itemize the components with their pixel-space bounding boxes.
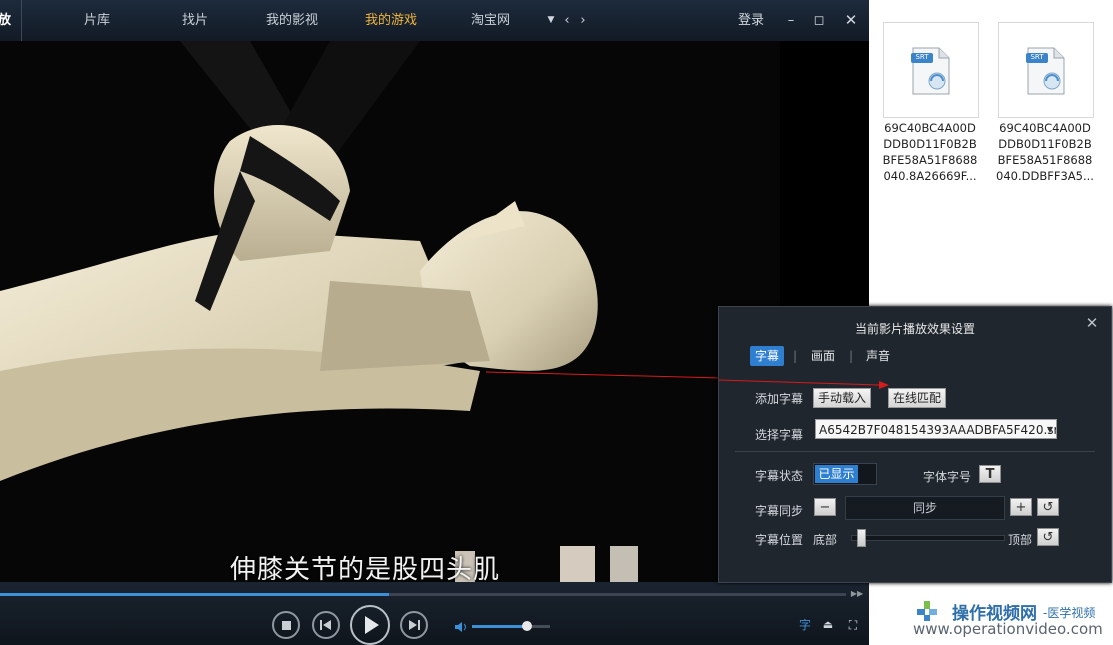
tab-subtitle[interactable]: 字幕: [750, 346, 785, 366]
stop-button[interactable]: [272, 611, 300, 639]
subtitle-sync-label: 字幕同步: [755, 504, 804, 518]
file-tile[interactable]: SRT: [883, 22, 979, 118]
video-frame[interactable]: 伸膝关节的是股四头肌: [0, 41, 780, 582]
subtitle-position-label: 字幕位置: [755, 533, 804, 547]
previous-button[interactable]: [312, 611, 340, 639]
login-button[interactable]: 登录: [733, 0, 769, 41]
panel-title: 当前影片播放效果设置: [854, 322, 975, 336]
progress-fill: [0, 593, 390, 596]
playback-effects-panel: 当前影片播放效果设置 ✕ 字幕 | 画面 | 声音 添加字幕 手动载入 在线匹配…: [718, 306, 1112, 583]
video-subtitle: 伸膝关节的是股四头肌: [230, 555, 501, 582]
chevron-right-icon[interactable]: ›: [576, 0, 590, 41]
subtitle-visibility-toggle[interactable]: 已显示: [813, 463, 877, 485]
fullscreen-icon[interactable]: ⛶: [845, 617, 861, 633]
file-name[interactable]: 69C40BC4A00DDDB0D11F0B2BBFE58A51F8688040…: [995, 120, 1095, 184]
progress-bar[interactable]: [0, 593, 846, 596]
sync-value: 同步: [845, 496, 1005, 520]
tab-sound[interactable]: 声音: [861, 346, 895, 366]
add-subtitle-label: 添加字幕: [755, 392, 804, 406]
stop-icon: [282, 621, 291, 630]
close-icon[interactable]: ✕: [1083, 314, 1101, 332]
close-icon[interactable]: ✕: [842, 0, 860, 41]
subtitle-position-slider[interactable]: [851, 529, 1005, 547]
volume-fill: [472, 625, 527, 628]
skip-next-icon: [409, 620, 420, 630]
toggle-on-label: 已显示: [815, 465, 858, 483]
top-navigation-bar: 放 片库 找片 我的影视 我的游戏 淘宝网 ▼ ‹ › 登录 – ◻ ✕: [0, 0, 869, 42]
srt-badge: SRT: [915, 53, 929, 61]
chevron-down-icon: ▼: [1046, 425, 1053, 434]
sync-plus-button[interactable]: +: [1010, 498, 1032, 516]
volume-slider[interactable]: [472, 621, 550, 631]
tab-separator: |: [849, 349, 854, 363]
position-knob[interactable]: [857, 529, 867, 547]
srt-badge: SRT: [1030, 53, 1044, 61]
tab-my-videos[interactable]: 我的影视: [266, 0, 318, 41]
sync-reset-icon[interactable]: ↺: [1037, 498, 1059, 516]
manual-load-button[interactable]: 手动载入: [813, 388, 872, 408]
next-button[interactable]: [400, 611, 428, 639]
minimize-icon[interactable]: –: [782, 0, 800, 41]
skip-previous-icon: [320, 620, 331, 630]
file-name[interactable]: 69C40BC4A00DDDB0D11F0B2BBFE58A51F8688040…: [880, 120, 980, 184]
tab-picture[interactable]: 画面: [806, 346, 840, 366]
subtitle-toggle-button[interactable]: 字: [797, 617, 813, 633]
position-max-label: 顶部: [1008, 533, 1033, 547]
select-subtitle-label: 选择字幕: [755, 428, 804, 442]
file-tile[interactable]: SRT: [998, 22, 1094, 118]
watermark-logo-icon: [917, 601, 937, 621]
subtitle-status-label: 字幕状态: [755, 469, 804, 483]
tab-separator: |: [793, 349, 798, 363]
sync-minus-button[interactable]: −: [814, 498, 836, 516]
eject-icon[interactable]: ⏏: [820, 617, 836, 633]
volume-icon[interactable]: [454, 620, 468, 634]
divider: [735, 451, 1095, 452]
play-icon: [365, 616, 379, 634]
bone-footage-image: [0, 41, 780, 582]
chevron-left-icon[interactable]: ‹: [560, 0, 574, 41]
play-button[interactable]: [350, 605, 390, 645]
subtitle-select-value: A6542B7F048154393AAADBFA5F420.srt: [819, 423, 1057, 437]
tab-library[interactable]: 片库: [84, 0, 110, 41]
watermark-url: www.operationvideo.com: [913, 620, 1103, 638]
position-reset-icon[interactable]: ↺: [1037, 528, 1059, 546]
subtitle-select[interactable]: A6542B7F048154393AAADBFA5F420.srt ▼: [815, 419, 1057, 439]
playback-control-bar: ▶▶ 字 ⏏ ⛶: [0, 582, 869, 645]
fast-forward-icon[interactable]: ▶▶: [850, 587, 864, 601]
tab-my-games[interactable]: 我的游戏: [365, 0, 417, 41]
online-match-button[interactable]: 在线匹配: [888, 388, 947, 408]
tab-find-movie[interactable]: 找片: [182, 0, 208, 41]
tab-play[interactable]: 放: [0, 0, 23, 41]
dropdown-caret-icon[interactable]: ▼: [544, 0, 558, 41]
font-settings-button[interactable]: T: [979, 465, 1001, 483]
font-size-label: 字体字号: [923, 470, 972, 484]
position-min-label: 底部: [813, 533, 838, 547]
tab-taobao[interactable]: 淘宝网: [471, 0, 510, 41]
maximize-icon[interactable]: ◻: [810, 0, 828, 41]
watermark-subtitle: -医学视频: [1043, 606, 1096, 620]
volume-knob[interactable]: [521, 621, 532, 631]
